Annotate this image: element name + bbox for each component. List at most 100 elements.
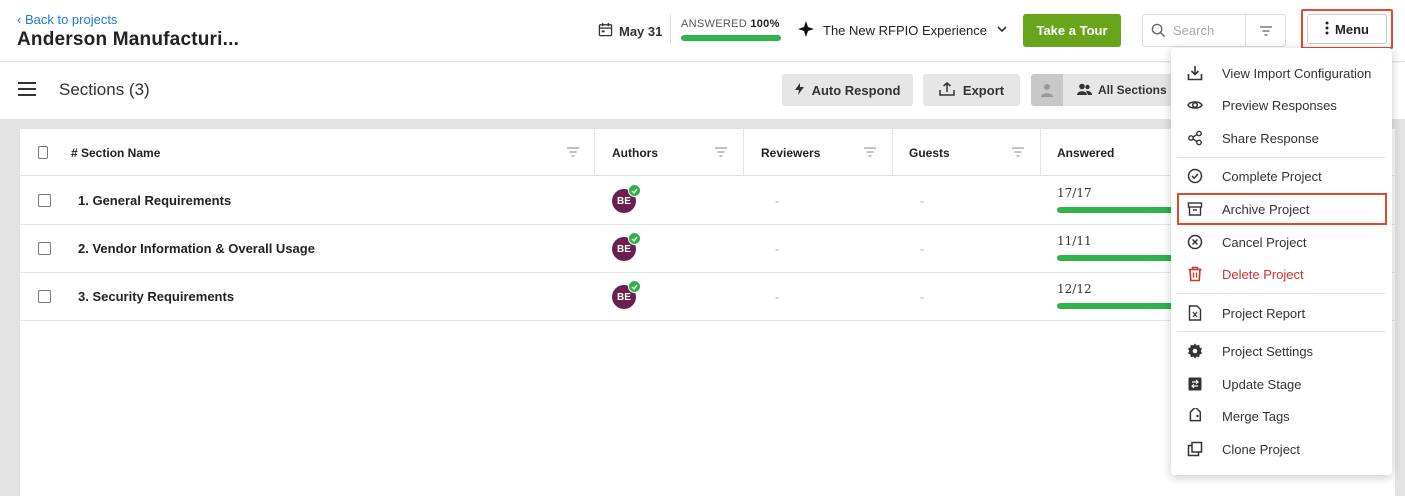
menu-item-label: Merge Tags (1222, 408, 1290, 424)
export-label: Export (962, 82, 1005, 98)
column-authors[interactable]: Authors (612, 129, 744, 176)
menu-item-delete-project[interactable]: Delete Project (1171, 258, 1392, 290)
search-input[interactable]: Search (1173, 23, 1243, 38)
menu-item-label: Complete Project (1222, 168, 1322, 184)
filter-icon[interactable] (1011, 146, 1025, 161)
guests-value: - (920, 242, 924, 256)
menu-item-update-stage[interactable]: Update Stage (1171, 368, 1392, 400)
answered-status: ANSWERED 100% (681, 18, 780, 30)
answered-label: ANSWERED (681, 18, 747, 30)
calendar-icon (598, 22, 613, 40)
check-icon (628, 184, 641, 197)
avatar-initials: BE (617, 291, 631, 303)
select-all-checkbox[interactable] (38, 146, 48, 159)
menu-item-preview-responses[interactable]: Preview Responses (1171, 89, 1392, 121)
answered-progress-bar (1057, 207, 1177, 213)
menu-item-clone-project[interactable]: Clone Project (1171, 433, 1392, 465)
search-box[interactable]: Search (1142, 14, 1286, 47)
select-all-cell (38, 129, 48, 176)
menu-item-project-report[interactable]: Project Report (1171, 297, 1392, 329)
menu-item-label: View Import Configuration (1222, 65, 1372, 81)
row-checkbox[interactable] (38, 242, 51, 255)
answered-count: 17/17 (1057, 186, 1092, 200)
menu-item-label: Share Response (1222, 130, 1319, 146)
project-menu-dropdown: View Import Configuration Preview Respon… (1171, 48, 1392, 475)
menu-divider (1177, 331, 1385, 332)
tag-icon (1187, 408, 1203, 424)
menu-item-view-import-configuration[interactable]: View Import Configuration (1171, 57, 1392, 89)
answered-progress-fill (681, 35, 781, 41)
project-type-label: The New RFPIO Experience (823, 23, 988, 38)
kebab-icon (1325, 21, 1329, 38)
column-answered[interactable]: Answered (1057, 129, 1177, 176)
answered-progress-bar (1057, 255, 1177, 261)
due-date[interactable]: May 31 (598, 22, 662, 40)
column-divider (892, 129, 893, 176)
filter-icon[interactable] (863, 146, 877, 161)
guests-value: - (920, 194, 924, 208)
answered-progress-bar (1057, 303, 1177, 309)
menu-item-archive-project[interactable]: Archive Project (1177, 193, 1387, 225)
row-checkbox[interactable] (38, 290, 51, 303)
all-sections-label: All Sections (1098, 83, 1167, 97)
section-name[interactable]: 2. Vendor Information & Overall Usage (78, 241, 315, 256)
avatar[interactable]: BE (612, 232, 641, 261)
menu-item-label: Project Settings (1222, 343, 1314, 359)
answered-progress-bar (681, 35, 781, 41)
filter-icon[interactable] (714, 146, 728, 161)
menu-item-label: Archive Project (1222, 201, 1310, 217)
trash-icon (1187, 266, 1203, 282)
search-icon (1143, 23, 1173, 38)
row-checkbox[interactable] (38, 194, 51, 207)
menu-divider (1177, 157, 1385, 158)
avatar[interactable]: BE (612, 184, 641, 213)
archive-icon (1187, 201, 1203, 217)
avatar[interactable]: BE (612, 280, 641, 309)
filter-icon[interactable] (566, 146, 580, 161)
gear-icon (1187, 343, 1203, 359)
hamburger-icon[interactable] (18, 82, 36, 99)
chevron-down-icon (996, 23, 1008, 38)
column-divider (743, 129, 744, 176)
import-icon (1187, 65, 1203, 81)
export-button[interactable]: Export (923, 74, 1020, 106)
stage-icon (1187, 376, 1203, 392)
menu-item-label: Project Report (1222, 305, 1306, 321)
menu-item-merge-tags[interactable]: Merge Tags (1171, 400, 1392, 432)
check-icon (628, 280, 641, 293)
cancel-circle-icon (1187, 234, 1203, 250)
column-divider (594, 129, 595, 176)
column-section-name[interactable]: # Section Name (71, 129, 596, 176)
menu-item-label: Delete Project (1222, 266, 1304, 282)
menu-button[interactable]: Menu (1307, 14, 1387, 44)
menu-item-project-settings[interactable]: Project Settings (1171, 335, 1392, 367)
column-reviewers[interactable]: Reviewers (761, 129, 893, 176)
clone-icon (1187, 441, 1203, 457)
diamond-icon (798, 21, 814, 40)
project-type-select[interactable]: The New RFPIO Experience (798, 21, 1008, 40)
project-title: Anderson Manufacturi... (17, 29, 240, 50)
check-circle-icon (1187, 168, 1203, 184)
section-name[interactable]: 1. General Requirements (78, 193, 231, 208)
answered-percent: 100% (750, 18, 780, 30)
guests-value: - (920, 290, 924, 304)
menu-divider (1177, 293, 1385, 294)
column-label: Authors (612, 145, 658, 160)
back-to-projects-link[interactable]: ‹ Back to projects (17, 12, 117, 27)
column-guests[interactable]: Guests (909, 129, 1041, 176)
user-avatar-icon (1031, 74, 1063, 106)
auto-respond-button[interactable]: Auto Respond (782, 74, 913, 106)
menu-item-complete-project[interactable]: Complete Project (1171, 160, 1392, 192)
upload-icon (939, 81, 955, 99)
menu-item-cancel-project[interactable]: Cancel Project (1171, 226, 1392, 258)
report-icon (1187, 305, 1203, 321)
filter-icon[interactable] (1245, 15, 1285, 46)
menu-item-share-response[interactable]: Share Response (1171, 122, 1392, 154)
menu-item-label: Clone Project (1222, 441, 1301, 457)
lightning-icon (794, 82, 804, 98)
column-label: Answered (1057, 145, 1115, 160)
section-name[interactable]: 3. Security Requirements (78, 289, 234, 304)
auto-respond-label: Auto Respond (811, 82, 901, 98)
take-a-tour-button[interactable]: Take a Tour (1023, 14, 1121, 47)
users-icon (1077, 83, 1092, 98)
